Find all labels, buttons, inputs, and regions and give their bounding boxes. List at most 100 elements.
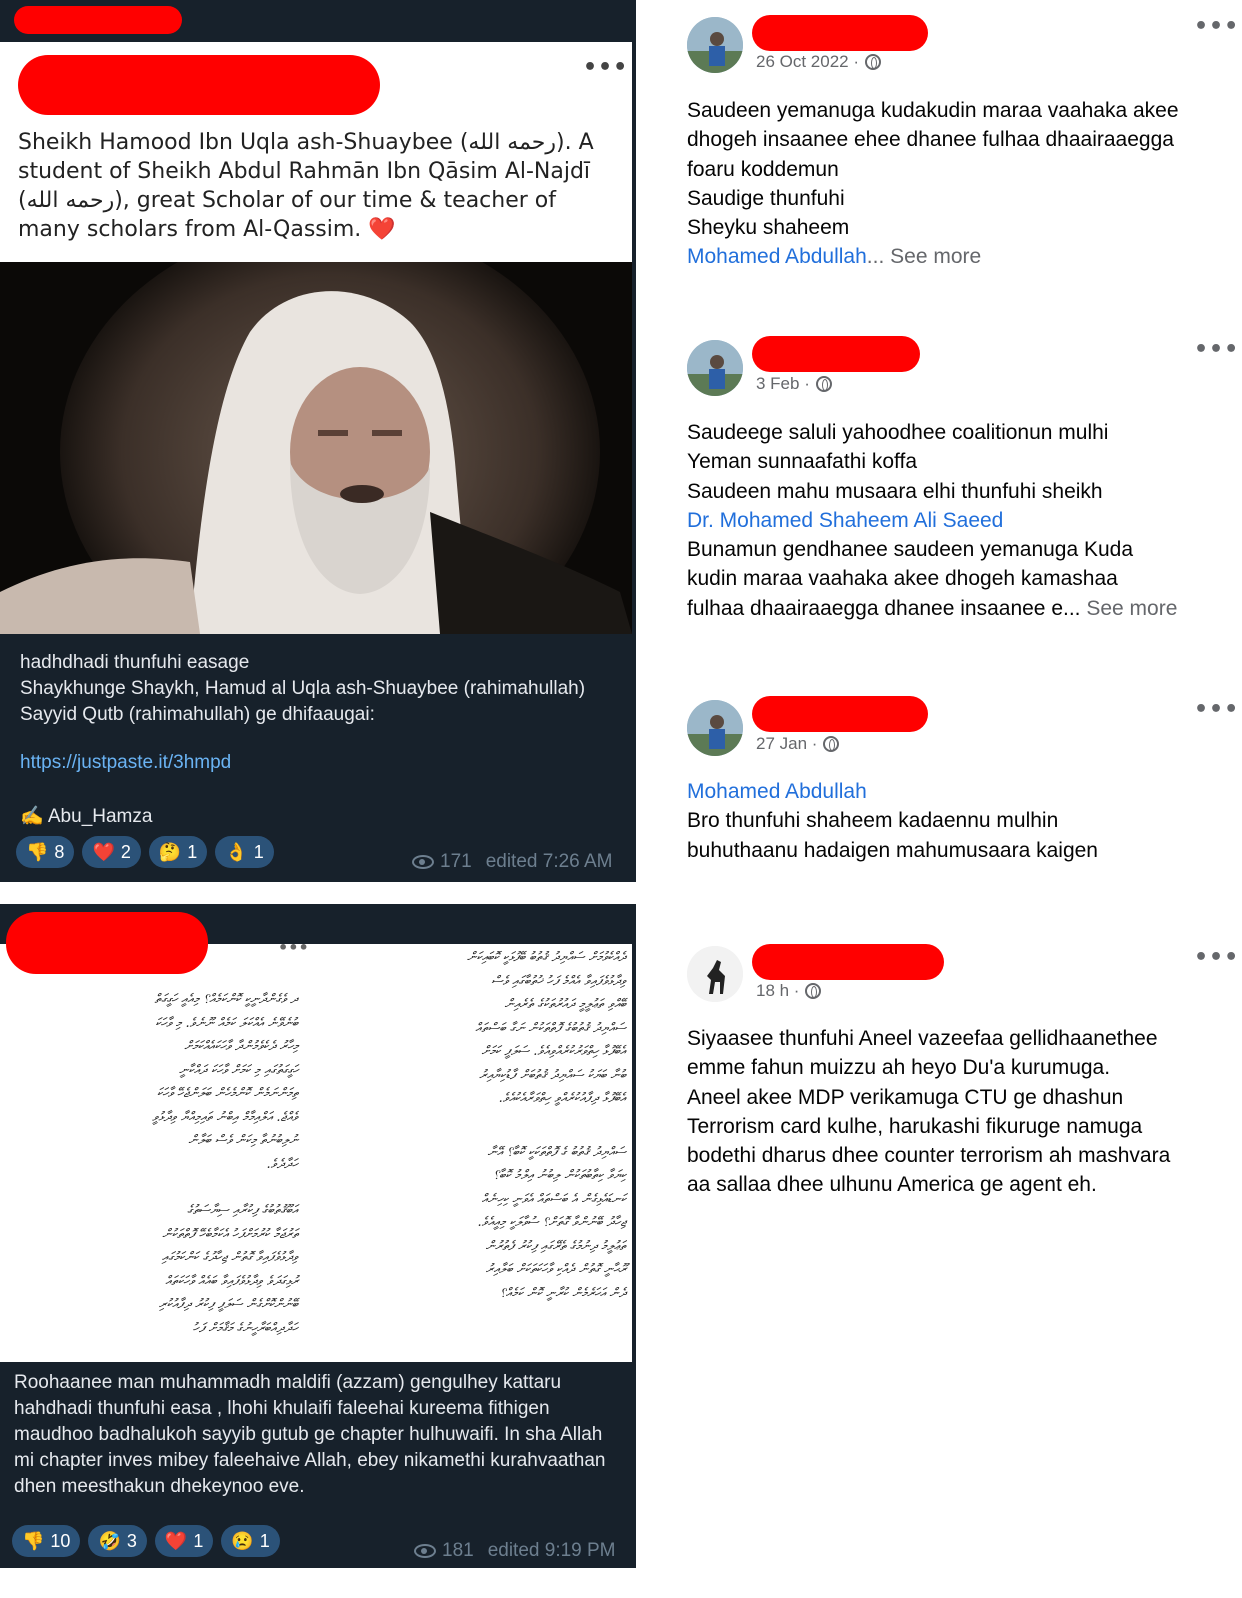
sheikh-portrait-image: [0, 262, 632, 634]
mention-link[interactable]: Mohamed Abdullah: [687, 777, 1227, 806]
document-line: ހަދާދެވެ.: [266, 1156, 298, 1172]
document-line: ބުނެވޭނެ އެއްކަލަ ކަމެއް ނޫނެވެ. މި ވާހަ…: [155, 1015, 298, 1031]
edited-time: edited 9:19 PM: [487, 1540, 616, 1561]
text-line: Aneel akee MDP verikamuga CTU ge dhashun: [687, 1085, 1124, 1109]
post-photo[interactable]: [0, 262, 632, 634]
reaction-thinking[interactable]: 🤔 1: [148, 836, 208, 868]
mention-link[interactable]: Dr. Mohamed Shaheem Ali Saeed: [687, 506, 1227, 535]
reaction-count: 10: [50, 1530, 71, 1551]
views-eye-icon: [414, 1544, 436, 1558]
post-timestamp[interactable]: 3 Feb ·: [756, 374, 832, 394]
reaction-count: 2: [120, 841, 131, 862]
quoted-post-text: Sheikh Hamood Ibn Uqla ash-Shuaybee (رحم…: [18, 130, 594, 242]
mention-link[interactable]: Mohamed Abdullah: [687, 245, 867, 268]
document-line: ބޭއްވި ތަޢުލީމީ ދައުރުތަކުގެ ތެރެއިން: [504, 997, 627, 1012]
text-line: Sheyku shaheem: [687, 216, 850, 240]
post-text: Saudeen yemanuga kudakudin maraa vaahaka…: [687, 96, 1227, 272]
document-line: ޖިހާދު ބޭނުންވާ ގޮތަށް؟ ސުވާލަކީ މިއީއެވ…: [477, 1215, 626, 1230]
post-timestamp[interactable]: 26 Oct 2022 ·: [756, 52, 882, 72]
more-options-icon[interactable]: •••: [278, 944, 309, 957]
external-link[interactable]: https://justpaste.it/3hmpd: [20, 752, 231, 774]
text-line: foaru koddemun: [687, 157, 839, 181]
document-line: ރުޅިގަދަވެ ވިދާޅުވެފައިވާ ބައެއް ވާހަކަތ…: [165, 1273, 298, 1289]
reaction-thumbs-down[interactable]: 👎 8: [16, 836, 75, 868]
reaction-count: 1: [187, 841, 198, 862]
avatar[interactable]: [687, 17, 743, 73]
globe-icon: [865, 54, 882, 70]
document-line: ކަނޑައެޅިގެން އެ ބަސްތައް އެވަނީ ކިހިނެއ…: [481, 1191, 626, 1207]
avatar[interactable]: [687, 946, 743, 1002]
document-line: ބުނާ ބަޔަކު ސައްޔިދު ޤުތުބަށް ފާޑުކިޔާއި…: [479, 1067, 626, 1083]
document-line: ސައްޔިދު ޤުތުބު ގެ ފޮތްތަކަކީ ކޮބާ؟ އޭނާ: [487, 1144, 626, 1160]
post-timestamp[interactable]: 18 h ·: [756, 981, 822, 1001]
document-line: ދ ވެގެންދާނީކީ ކޮންކަމެއް؟ މިއެއީ ހަގީގަ…: [154, 992, 298, 1007]
reaction-thumbs-down[interactable]: 👎 10: [12, 1525, 81, 1557]
document-page-image[interactable]: ދ ވެގެންދާނީކީ ކޮންކަމެއް؟ މިއެއީ ހަގީގަ…: [0, 944, 632, 1362]
more-options-icon[interactable]: •••: [1194, 697, 1239, 722]
avatar[interactable]: [687, 700, 743, 756]
post-timestamp[interactable]: 27 Jan ·: [756, 734, 840, 754]
post-author-signature: ✍️ Abu_Hamza: [20, 806, 153, 827]
avatar[interactable]: [687, 340, 743, 396]
document-line: އެބޭފުޅާ ހިތްވަރުކުރެއްވިއެވެ. ސަލަފީ ކަ…: [481, 1044, 626, 1059]
see-more-link[interactable]: ... See more: [867, 245, 981, 268]
profile-photo-icon: [687, 700, 743, 756]
document-line: ހަގީގަތުގައި މި ކަމަށް ވާހަކަ ދައްކާނީ: [179, 1062, 298, 1078]
reaction-sad[interactable]: 😢 1: [221, 1525, 280, 1557]
horse-rider-icon: [687, 946, 743, 1002]
text-line: emme fahun muizzu ah heyo Du'a kurumuga.: [687, 1056, 1111, 1080]
reaction-count: 1: [193, 1530, 204, 1551]
document-line: ނުލިބުނުތާ މިކަން ވެސް ބަލާން: [188, 1133, 298, 1148]
post-text: Saudeege saluli yahoodhee coalitionun mu…: [687, 418, 1227, 623]
see-more-link[interactable]: See more: [1081, 597, 1177, 620]
text-line: Yeman sunnaafathi koffa: [687, 450, 918, 474]
more-options-icon[interactable]: •••: [1194, 945, 1239, 970]
document-line: އަބޫޤުތުބުގެ ފިކުރާއި ސިޔާސަތުގެ: [186, 1203, 298, 1218]
text-line: Saudige thunfuhi: [687, 186, 845, 210]
document-line: ވެއްޖެ. އަލްއިމާމް އިބްނު ތައިމިއްޔާ ވިދ…: [152, 1109, 298, 1125]
heart-icon: ❤️: [92, 841, 115, 862]
redacted-author-name: [752, 336, 920, 372]
reaction-heart[interactable]: ❤️ 2: [82, 836, 141, 868]
post-caption: Roohaanee man muhammadh maldifi (azzam) …: [14, 1372, 606, 1497]
document-line: ވިދާޅުވެފައިވާ އެއްމެ ފަހު ޚުތުބާގައި ވެ…: [491, 973, 626, 989]
text-line: Terrorism card kulhe, harukashi fikuruge…: [687, 1114, 1143, 1138]
text-line: Saudeen mahu musaara elhi thunfuhi sheik…: [687, 479, 1103, 503]
thinking-face-icon: 🤔: [158, 841, 182, 862]
reaction-count: 1: [259, 1530, 270, 1551]
caption-line: Shaykhunge Shaykh, Hamud al Uqla ash-Shu…: [20, 678, 586, 699]
redacted-author-name: [752, 944, 944, 980]
views-eye-icon: [412, 855, 434, 869]
document-line: ދެން އަހަރެމެން ކުރާނީ ކޮން ކަމެއް؟: [499, 1285, 626, 1301]
document-line: ހަދާދިއްބަރާހީނުގެ މަޤާމަށް ފަހު: [192, 1320, 298, 1336]
reactions-bar: 👎 8 ❤️ 2 🤔 1 👌 1: [16, 836, 274, 868]
reaction-count: 3: [126, 1530, 137, 1551]
text-line: fulhaa dhaairaaegga dhanee insaanee e...: [687, 596, 1081, 620]
view-count: 181: [442, 1540, 474, 1561]
document-line: އެބޭފުޅާ ދިފާއުކުރެއްވީ ހިތްވަރާއެކުއެވެ…: [498, 1091, 626, 1106]
document-line: ބޭނުންކޮށްގެން ސަލަފީ ފިކުރު ދިފާއުކުރި: [158, 1297, 298, 1312]
redacted-quoted-author: [18, 55, 380, 115]
redacted-author-name: [752, 15, 928, 51]
thumbs-down-icon: 👎: [26, 841, 49, 862]
text-line: Bunamun gendhanee saudeen yemanuga Kuda: [687, 538, 1134, 562]
heart-icon: ❤️: [164, 1530, 188, 1551]
more-options-icon[interactable]: •••: [1194, 14, 1239, 39]
reaction-rofl[interactable]: 🤣 3: [88, 1525, 147, 1557]
more-options-icon[interactable]: •••: [583, 55, 628, 80]
text-line: Siyaasee thunfuhi Aneel vazeefaa gellidh…: [687, 1027, 1158, 1050]
redacted-author-name: [752, 696, 928, 732]
reaction-heart[interactable]: ❤️ 1: [154, 1525, 214, 1557]
post-meta: 181 edited 9:19 PM: [414, 1540, 616, 1562]
document-right-column: ދެއްކެވުމަށް ސައްޔިދު ޤުތުބު ބޭފުޅަކީ ކޮ…: [318, 946, 626, 1305]
document-line: ތަޢުލީމު ދިނުމުގެ ތެރޭގައި ފިކުރު ފެތުރު…: [485, 1238, 626, 1254]
text-line: Saudeege saluli yahoodhee coalitionun mu…: [687, 421, 1109, 444]
globe-icon: [815, 376, 832, 392]
profile-photo-icon: [687, 17, 743, 73]
reaction-count: 1: [253, 841, 264, 862]
redacted-author-name: [6, 912, 208, 974]
reaction-ok-hand[interactable]: 👌 1: [215, 836, 274, 868]
post-text: Mohamed Abdullah Bro thunfuhi shaheem ka…: [687, 777, 1227, 865]
more-options-icon[interactable]: •••: [1194, 337, 1239, 362]
post-meta: 171 edited 7:26 AM: [412, 851, 612, 873]
